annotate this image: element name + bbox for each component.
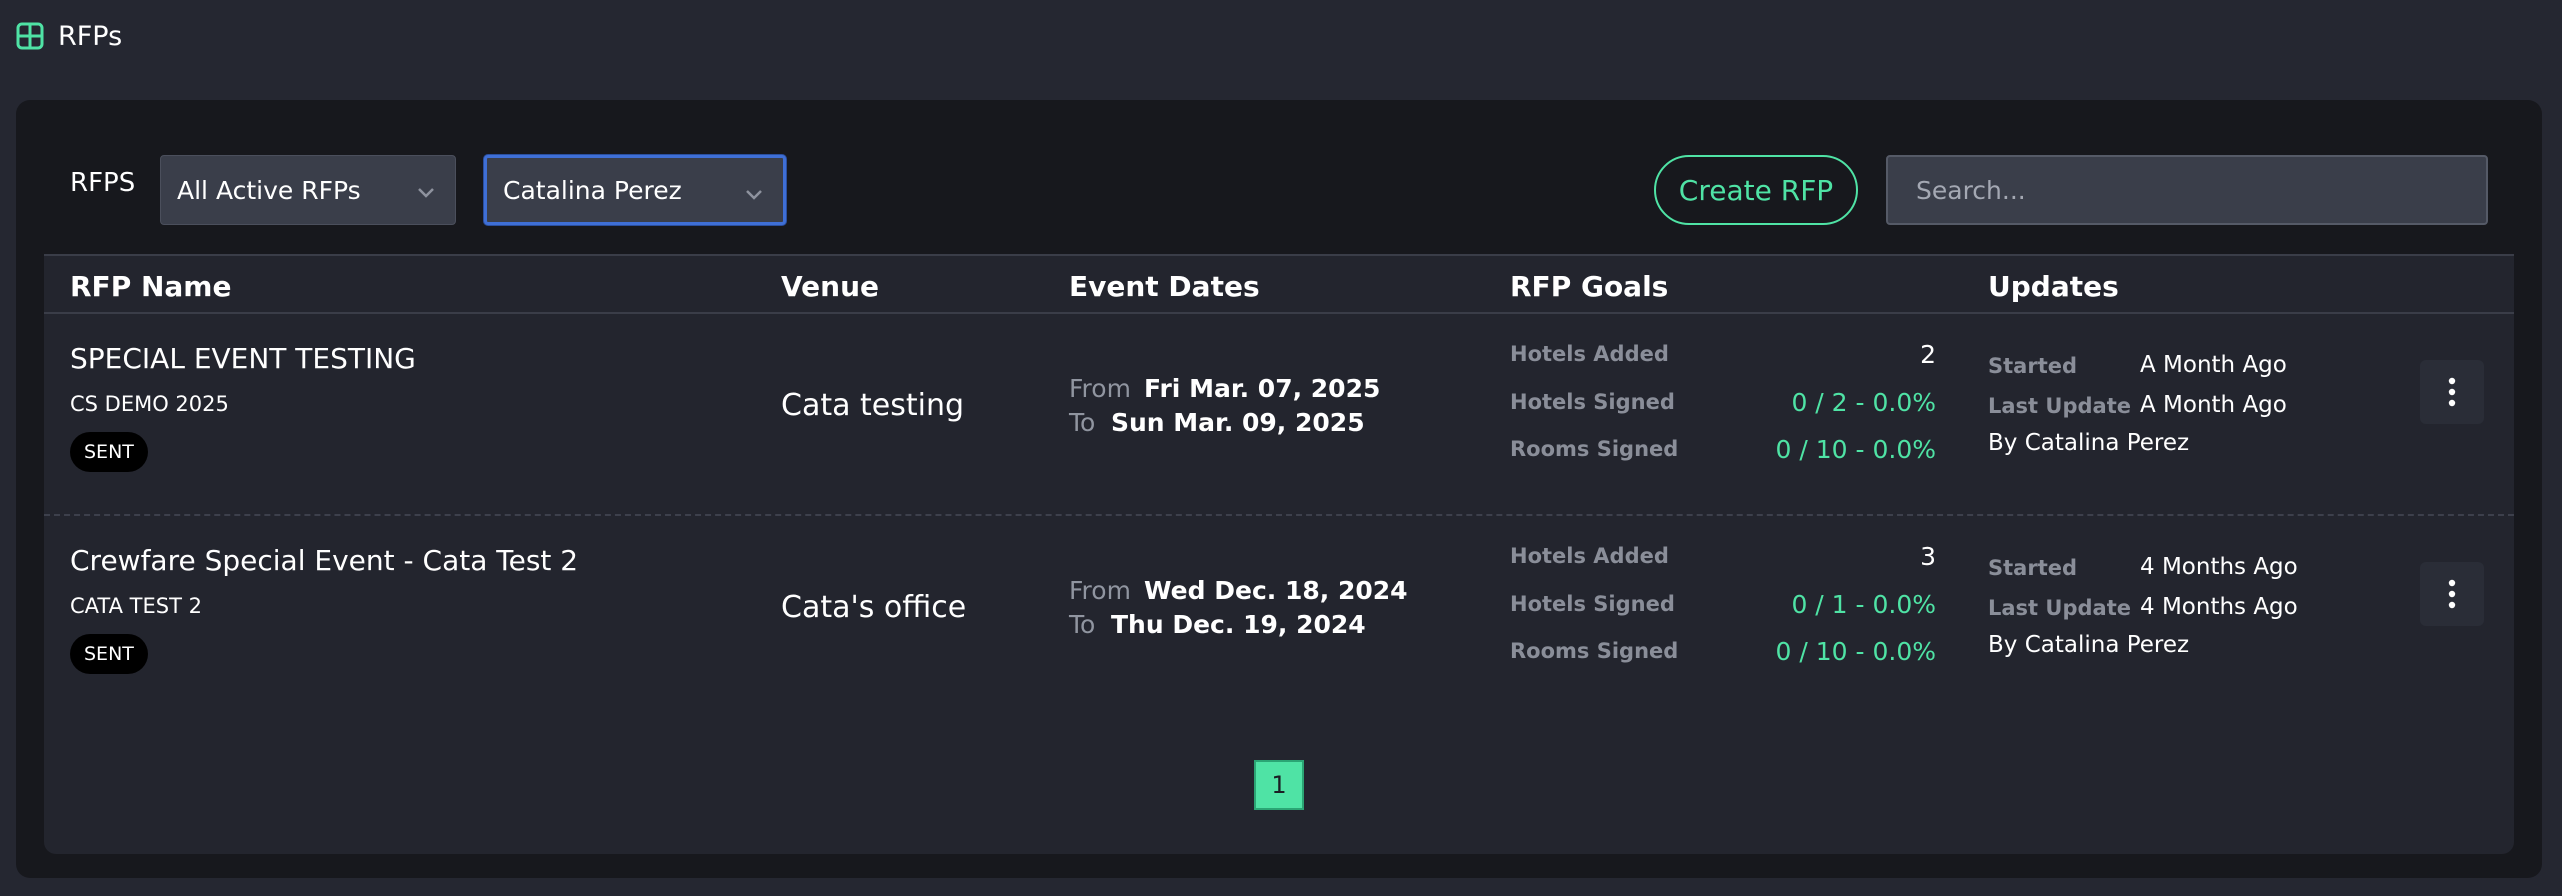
- table-row[interactable]: SPECIAL EVENT TESTING CS DEMO 2025 SENT …: [44, 316, 2514, 516]
- header-venue: Venue: [781, 270, 879, 303]
- hotels-signed-value: 0 / 1 - 0.0%: [1791, 590, 1936, 619]
- last-update-value: 4 Months Ago: [2140, 594, 2298, 620]
- last-update-label: Last Update: [1988, 596, 2131, 620]
- rfps-label: RFPS: [70, 168, 136, 198]
- header-rfp-goals: RFP Goals: [1510, 270, 1669, 303]
- page-title: RFPs: [58, 20, 123, 52]
- owner-filter-value: Catalina Perez: [503, 175, 682, 205]
- rfp-code: CATA TEST 2: [70, 594, 202, 618]
- date-to: Sun Mar. 09, 2025: [1111, 408, 1365, 437]
- hotels-signed-label: Hotels Signed: [1510, 592, 1675, 616]
- hotels-added-value: 3: [1920, 542, 1936, 571]
- started-value: A Month Ago: [2140, 352, 2287, 378]
- venue: Cata testing: [781, 388, 965, 423]
- chevron-down-icon: [746, 190, 762, 200]
- updated-by: By Catalina Perez: [1988, 632, 2190, 658]
- header-event-dates: Event Dates: [1069, 270, 1260, 303]
- rooms-signed-label: Rooms Signed: [1510, 639, 1679, 663]
- date-to: Thu Dec. 19, 2024: [1111, 610, 1366, 639]
- page-header: RFPs: [16, 18, 122, 54]
- rfp-name[interactable]: SPECIAL EVENT TESTING: [70, 342, 416, 375]
- hotels-added-value: 2: [1920, 340, 1936, 369]
- status-filter-select[interactable]: All Active RFPs: [160, 155, 456, 225]
- row-menu-button[interactable]: [2420, 562, 2484, 626]
- rfp-name[interactable]: Crewfare Special Event - Cata Test 2: [70, 544, 578, 577]
- status-filter-value: All Active RFPs: [177, 175, 361, 205]
- last-update-value: A Month Ago: [2140, 392, 2287, 418]
- date-from: Fri Mar. 07, 2025: [1144, 374, 1381, 403]
- table-header: RFP Name Venue Event Dates RFP Goals Upd…: [44, 254, 2514, 314]
- venue: Cata's office: [781, 590, 967, 625]
- row-menu-button[interactable]: [2420, 360, 2484, 424]
- table-row[interactable]: Crewfare Special Event - Cata Test 2 CAT…: [44, 518, 2514, 718]
- started-label: Started: [1988, 556, 2078, 580]
- grid-icon: [16, 22, 44, 50]
- status-badge: SENT: [70, 432, 148, 472]
- rooms-signed-label: Rooms Signed: [1510, 437, 1679, 461]
- kebab-menu-icon: [2448, 579, 2456, 609]
- date-from-label: From: [1069, 374, 1131, 403]
- chevron-down-icon: [418, 188, 434, 198]
- hotels-signed-label: Hotels Signed: [1510, 390, 1675, 414]
- last-update-label: Last Update: [1988, 394, 2131, 418]
- hotels-signed-value: 0 / 2 - 0.0%: [1791, 388, 1936, 417]
- header-updates: Updates: [1988, 270, 2119, 303]
- rooms-signed-value: 0 / 10 - 0.0%: [1775, 637, 1936, 666]
- hotels-added-label: Hotels Added: [1510, 342, 1669, 366]
- started-value: 4 Months Ago: [2140, 554, 2298, 580]
- date-from-label: From: [1069, 576, 1131, 605]
- search-input[interactable]: [1886, 155, 2488, 225]
- hotels-added-label: Hotels Added: [1510, 544, 1669, 568]
- updated-by: By Catalina Perez: [1988, 430, 2190, 456]
- rfp-code: CS DEMO 2025: [70, 392, 229, 416]
- kebab-menu-icon: [2448, 377, 2456, 407]
- started-label: Started: [1988, 354, 2078, 378]
- rooms-signed-value: 0 / 10 - 0.0%: [1775, 435, 1936, 464]
- status-badge: SENT: [70, 634, 148, 674]
- header-rfp-name: RFP Name: [70, 270, 232, 303]
- date-to-label: To: [1069, 408, 1096, 437]
- date-from: Wed Dec. 18, 2024: [1144, 576, 1408, 605]
- owner-filter-select[interactable]: Catalina Perez: [484, 155, 786, 225]
- pagination-page-button[interactable]: 1: [1254, 760, 1304, 810]
- create-rfp-button[interactable]: Create RFP: [1654, 155, 1858, 225]
- date-to-label: To: [1069, 610, 1096, 639]
